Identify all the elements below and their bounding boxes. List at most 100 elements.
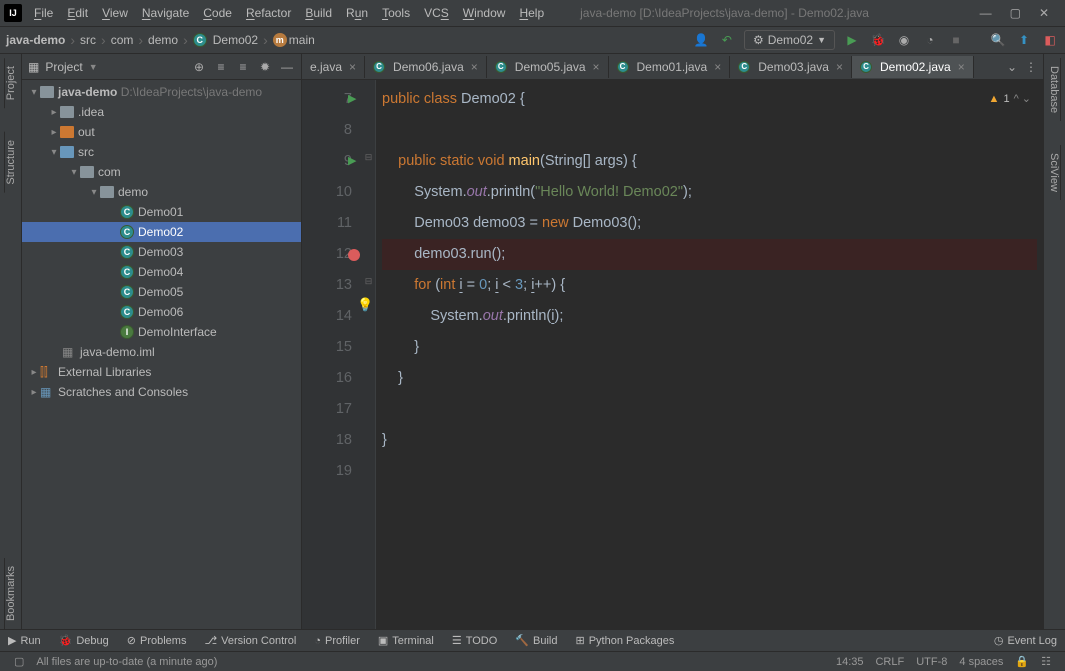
crumb-method[interactable]: main bbox=[289, 33, 315, 47]
tab-more-icon[interactable]: ⋮ bbox=[1025, 60, 1037, 74]
locate-icon[interactable]: ⊕ bbox=[191, 59, 207, 75]
left-tab-bookmarks[interactable]: Bookmarks bbox=[4, 558, 17, 629]
close-icon[interactable]: × bbox=[593, 60, 600, 74]
tool-terminal[interactable]: ▣Terminal bbox=[378, 634, 434, 647]
run-icon[interactable]: ▶ bbox=[843, 31, 861, 49]
expand-icon[interactable]: ≡ bbox=[213, 59, 229, 75]
tree-class-demo04[interactable]: CDemo04 bbox=[22, 262, 301, 282]
back-icon[interactable]: ↶ bbox=[718, 31, 736, 49]
add-user-icon[interactable]: 👤 bbox=[692, 31, 710, 49]
status-separator[interactable]: CRLF bbox=[869, 656, 910, 668]
gutter[interactable]: 7▶ 8 9▶ 10 11 12 13 14 15 16 17 18 19 bbox=[302, 80, 362, 629]
tool-problems[interactable]: ⊘Problems bbox=[127, 634, 187, 647]
breadcrumb[interactable]: java-demo› src› com› demo› CDemo02› mmai… bbox=[6, 32, 315, 48]
sync-icon[interactable]: ⬆ bbox=[1015, 31, 1033, 49]
maximize-icon[interactable]: ▢ bbox=[1010, 6, 1021, 20]
tree-com[interactable]: ▾com bbox=[22, 162, 301, 182]
tree-out[interactable]: ▸out bbox=[22, 122, 301, 142]
tab-demo06[interactable]: CDemo06.java× bbox=[365, 56, 487, 78]
chevron-down-icon[interactable]: ▼ bbox=[89, 62, 98, 72]
left-tab-project[interactable]: Project bbox=[4, 58, 17, 108]
breakpoint-icon[interactable] bbox=[348, 249, 360, 261]
close-icon[interactable]: × bbox=[471, 60, 478, 74]
tool-vcs[interactable]: ⎇Version Control bbox=[204, 634, 296, 647]
collapse-icon[interactable]: ≡ bbox=[235, 59, 251, 75]
stop-icon[interactable]: ■ bbox=[947, 31, 965, 49]
tool-debug[interactable]: 🐞Debug bbox=[59, 634, 109, 647]
tab-demo01[interactable]: CDemo01.java× bbox=[609, 56, 731, 78]
crumb-src[interactable]: src bbox=[80, 33, 96, 47]
menu-navigate[interactable]: Navigate bbox=[136, 3, 195, 23]
crumb-project[interactable]: java-demo bbox=[6, 33, 65, 47]
right-tab-sciview[interactable]: SciView bbox=[1048, 145, 1061, 200]
tree-root[interactable]: ▾java-demo D:\IdeaProjects\java-demo bbox=[22, 82, 301, 102]
tree-demo[interactable]: ▾demo bbox=[22, 182, 301, 202]
search-icon[interactable]: 🔍 bbox=[989, 31, 1007, 49]
menu-code[interactable]: Code bbox=[197, 3, 238, 23]
tree-interface[interactable]: IDemoInterface bbox=[22, 322, 301, 342]
coverage-icon[interactable]: ◉ bbox=[895, 31, 913, 49]
menu-vcs[interactable]: VCS bbox=[418, 3, 455, 23]
tree-scratches[interactable]: ▸▦Scratches and Consoles bbox=[22, 382, 301, 402]
tab-demo02[interactable]: CDemo02.java× bbox=[852, 56, 974, 78]
notify-icon[interactable]: ☷ bbox=[1035, 655, 1057, 668]
tool-eventlog[interactable]: ◷Event Log bbox=[994, 634, 1057, 647]
close-icon[interactable]: × bbox=[349, 60, 356, 74]
menu-build[interactable]: Build bbox=[299, 3, 338, 23]
run-gutter-icon[interactable]: ▶ bbox=[348, 146, 356, 177]
tree-class-demo05[interactable]: CDemo05 bbox=[22, 282, 301, 302]
close-icon[interactable]: × bbox=[836, 60, 843, 74]
menu-run[interactable]: Run bbox=[340, 3, 374, 23]
lock-icon[interactable]: 🔒 bbox=[1009, 655, 1035, 668]
run-gutter-icon[interactable]: ▶ bbox=[348, 84, 356, 115]
tool-build[interactable]: 🔨Build bbox=[515, 634, 557, 647]
menu-tools[interactable]: Tools bbox=[376, 3, 416, 23]
profile-icon[interactable]: ◔ bbox=[921, 31, 939, 49]
tree-iml[interactable]: ▦java-demo.iml bbox=[22, 342, 301, 362]
menu-window[interactable]: Window bbox=[457, 3, 512, 23]
tree-src[interactable]: ▾src bbox=[22, 142, 301, 162]
tree-class-demo02[interactable]: CDemo02 bbox=[22, 222, 301, 242]
tool-todo[interactable]: ☰TODO bbox=[452, 634, 497, 647]
sidebar-title[interactable]: Project bbox=[45, 60, 82, 74]
tool-run[interactable]: ▶Run bbox=[8, 634, 41, 647]
minimize-icon[interactable]: — bbox=[980, 6, 992, 20]
tab-dropdown-icon[interactable]: ⌄ bbox=[1007, 60, 1017, 74]
intention-bulb-icon[interactable]: 💡 bbox=[357, 297, 373, 313]
code-area[interactable]: 7▶ 8 9▶ 10 11 12 13 14 15 16 17 18 19 ⊟ … bbox=[302, 80, 1043, 629]
status-icon[interactable]: ▢ bbox=[8, 655, 30, 668]
tool-python[interactable]: ⊞Python Packages bbox=[575, 634, 674, 647]
tree-external[interactable]: ▸⫿⫿External Libraries bbox=[22, 362, 301, 382]
menu-edit[interactable]: Edit bbox=[61, 3, 94, 23]
crumb-demo[interactable]: demo bbox=[148, 33, 178, 47]
right-tab-database[interactable]: Database bbox=[1048, 58, 1061, 121]
debug-icon[interactable]: 🐞 bbox=[869, 31, 887, 49]
tree-idea[interactable]: ▸.idea bbox=[22, 102, 301, 122]
menu-help[interactable]: Help bbox=[513, 3, 550, 23]
tab-demo05[interactable]: CDemo05.java× bbox=[487, 56, 609, 78]
tool-profiler[interactable]: ◔Profiler bbox=[314, 635, 360, 647]
menu-file[interactable]: File bbox=[28, 3, 59, 23]
tab-partial[interactable]: e.java× bbox=[302, 56, 365, 78]
run-config-selector[interactable]: ⚙ Demo02 ▼ bbox=[744, 30, 835, 50]
status-position[interactable]: 14:35 bbox=[830, 656, 870, 668]
close-icon[interactable]: × bbox=[714, 60, 721, 74]
ide-icon[interactable]: ◧ bbox=[1041, 31, 1059, 49]
menu-refactor[interactable]: Refactor bbox=[240, 3, 297, 23]
project-tree[interactable]: ▾java-demo D:\IdeaProjects\java-demo ▸.i… bbox=[22, 80, 301, 629]
inspection-badge[interactable]: ▲1^ ⌄ bbox=[989, 84, 1031, 115]
status-indent[interactable]: 4 spaces bbox=[953, 656, 1009, 668]
status-encoding[interactable]: UTF-8 bbox=[910, 656, 953, 668]
close-icon[interactable]: × bbox=[958, 60, 965, 74]
tree-class-demo06[interactable]: CDemo06 bbox=[22, 302, 301, 322]
code-text[interactable]: ▲1^ ⌄ public class Demo02 { public stati… bbox=[376, 80, 1043, 629]
left-tab-structure[interactable]: Structure bbox=[4, 132, 17, 193]
crumb-com[interactable]: com bbox=[111, 33, 134, 47]
hide-icon[interactable]: — bbox=[279, 59, 295, 75]
menu-view[interactable]: View bbox=[96, 3, 134, 23]
fold-column[interactable]: ⊟ ⊟ 💡 bbox=[362, 80, 376, 629]
crumb-class[interactable]: Demo02 bbox=[213, 33, 258, 47]
close-icon[interactable]: ✕ bbox=[1039, 6, 1049, 20]
tree-class-demo01[interactable]: CDemo01 bbox=[22, 202, 301, 222]
settings-icon[interactable]: ✹ bbox=[257, 59, 273, 75]
